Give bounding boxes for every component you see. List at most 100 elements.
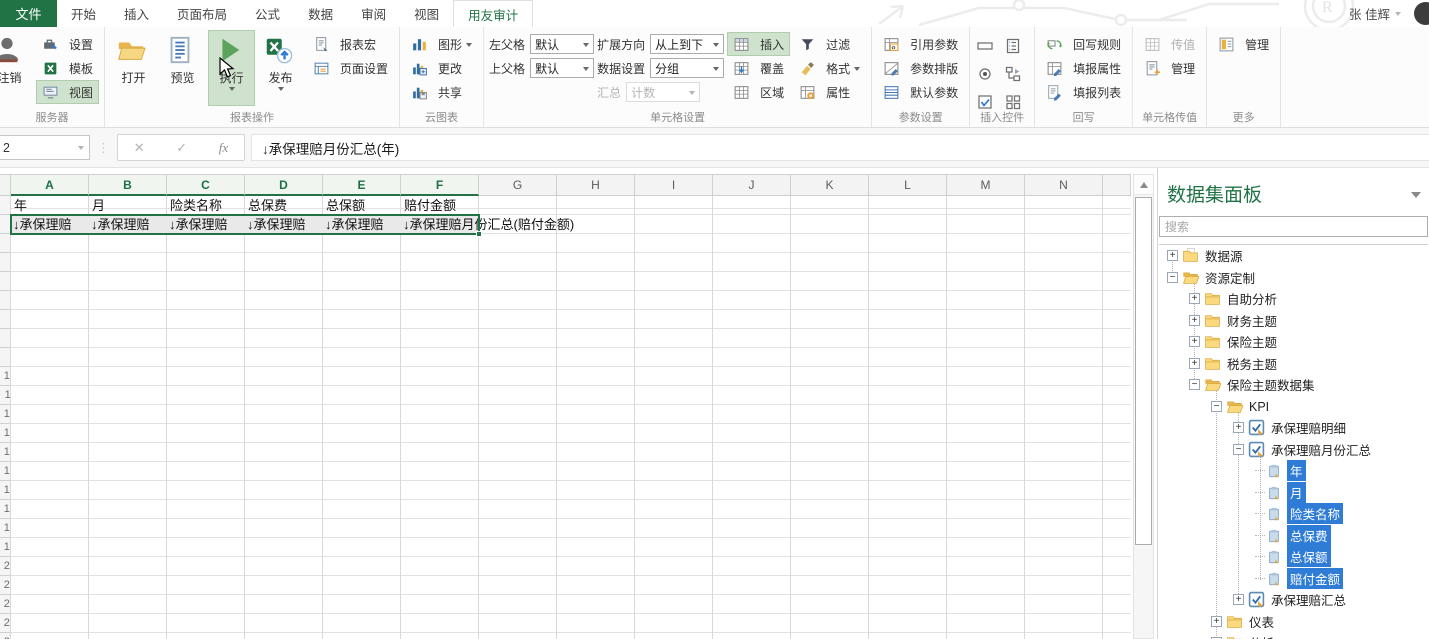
row-header-1[interactable]: 1 <box>0 196 10 215</box>
cell-C1[interactable]: 险类名称 <box>170 197 244 215</box>
设置-button[interactable]: 设置 <box>36 32 99 56</box>
参数排版-button[interactable]: 参数排版 <box>877 56 964 80</box>
row-header-4[interactable]: 4 <box>0 253 10 272</box>
属性-button[interactable]: 属性 <box>793 80 866 104</box>
cancel-icon[interactable]: ✕ <box>134 140 145 156</box>
cell-F1[interactable]: 赔付金额 <box>404 197 478 215</box>
column-header-B[interactable]: B <box>89 174 167 196</box>
预览-button[interactable]: 预览 <box>159 30 206 106</box>
管理-button[interactable]: 管理 <box>1138 56 1201 80</box>
column-header-M[interactable]: M <box>947 174 1025 196</box>
左父格-dropdown[interactable]: 默认 <box>530 34 594 54</box>
name-box[interactable]: 2 <box>0 135 90 160</box>
模板-button[interactable]: 模板 <box>36 56 99 80</box>
expand-plus-icon[interactable]: + <box>1233 594 1244 605</box>
row-header-23[interactable]: 23 <box>0 614 10 633</box>
tab-file[interactable]: 文件 <box>0 0 57 27</box>
row-header-24[interactable]: 24 <box>0 633 10 639</box>
column-header-A[interactable]: A <box>11 174 89 196</box>
扩展方向-dropdown[interactable]: 从上到下 <box>650 34 724 54</box>
formula-bar-splitter[interactable]: ⋮ <box>97 140 110 156</box>
tab-formulas[interactable]: 公式 <box>241 0 294 27</box>
tree-item-年[interactable]: 年 <box>1159 460 1428 481</box>
执行-button[interactable]: 执行 <box>208 30 255 106</box>
cell-B1[interactable]: 月 <box>92 197 166 215</box>
expand-plus-icon[interactable]: + <box>1211 616 1222 627</box>
ctl-radio-button[interactable] <box>975 61 1001 87</box>
tree-item-资源定制[interactable]: −资源定制 <box>1159 267 1428 288</box>
tree-item-税务主题[interactable]: +税务主题 <box>1159 353 1428 374</box>
row-header-3[interactable]: 3 <box>0 234 10 253</box>
row-header-9[interactable]: 9 <box>0 348 10 367</box>
更改-button[interactable]: 更改 <box>405 56 478 80</box>
column-header-E[interactable]: E <box>323 174 401 196</box>
select-all-corner[interactable] <box>0 174 11 196</box>
expand-plus-icon[interactable]: + <box>1167 250 1178 261</box>
tree-item-总保费[interactable]: 总保费 <box>1159 525 1428 546</box>
tree-item-KPI[interactable]: −KPI <box>1159 396 1428 417</box>
管理-button[interactable]: 管理 <box>1212 32 1275 56</box>
cell-C2[interactable]: ↓承保理赔 <box>169 216 244 234</box>
tab-data[interactable]: 数据 <box>294 0 347 27</box>
expand-minus-icon[interactable]: − <box>1167 272 1178 283</box>
insert-function-icon[interactable]: fx <box>219 140 228 156</box>
tree-item-保险主题[interactable]: +保险主题 <box>1159 331 1428 352</box>
row-header-13[interactable]: 13 <box>0 424 10 443</box>
gridlines[interactable] <box>0 196 1131 639</box>
tree-item-承保理赔明细[interactable]: +承保理赔明细 <box>1159 417 1428 438</box>
引用参数-button[interactable]: 引用参数 <box>877 32 964 56</box>
expand-plus-icon[interactable]: + <box>1189 358 1200 369</box>
tab-review[interactable]: 审阅 <box>347 0 400 27</box>
column-header-G[interactable]: G <box>479 174 557 196</box>
fill-handle[interactable] <box>476 231 482 237</box>
row-header-8[interactable]: 8 <box>0 329 10 348</box>
enter-icon[interactable]: ✓ <box>176 140 187 156</box>
回写规则-button[interactable]: 回写规则 <box>1040 32 1127 56</box>
cell-D1[interactable]: 总保费 <box>248 197 322 215</box>
cell-D2[interactable]: ↓承保理赔 <box>247 216 322 234</box>
row-header-10[interactable]: 10 <box>0 367 10 386</box>
expand-minus-icon[interactable]: − <box>1189 379 1200 390</box>
tree-item-险类名称[interactable]: 险类名称 <box>1159 503 1428 524</box>
过滤-button[interactable]: 过滤 <box>793 32 866 56</box>
column-header-H[interactable]: H <box>557 174 635 196</box>
expand-plus-icon[interactable]: + <box>1189 293 1200 304</box>
tree-item-保险主题数据集[interactable]: −保险主题数据集 <box>1159 374 1428 395</box>
cell-A1[interactable]: 年 <box>14 197 88 215</box>
cell-B2[interactable]: ↓承保理赔 <box>91 216 166 234</box>
区域-button[interactable]: 区域 <box>727 80 790 104</box>
ctl-tree-button[interactable] <box>1003 61 1029 87</box>
expand-plus-icon[interactable]: + <box>1189 336 1200 347</box>
row-header-20[interactable]: 20 <box>0 557 10 576</box>
column-header-L[interactable]: L <box>869 174 947 196</box>
cell-E1[interactable]: 总保额 <box>326 197 400 215</box>
column-header-N[interactable]: N <box>1025 174 1103 196</box>
expand-plus-icon[interactable]: + <box>1233 422 1244 433</box>
column-header-J[interactable]: J <box>713 174 791 196</box>
column-header-D[interactable]: D <box>245 174 323 196</box>
报表宏-button[interactable]: 报表宏 <box>307 32 394 56</box>
tree-item-分析[interactable]: +分析 <box>1159 632 1428 639</box>
row-header-5[interactable]: 5 <box>0 272 10 291</box>
row-header-12[interactable]: 12 <box>0 405 10 424</box>
tab-insert[interactable]: 插入 <box>110 0 163 27</box>
打开-button[interactable]: 打开 <box>110 30 157 106</box>
column-header-I[interactable]: I <box>635 174 713 196</box>
worksheet-grid[interactable]: ABCDEFGHIJKLMN12345678910111213141516171… <box>0 168 1131 639</box>
tree-item-赔付金额[interactable]: 赔付金额 <box>1159 568 1428 589</box>
avatar[interactable] <box>1414 2 1429 25</box>
row-header-16[interactable]: 16 <box>0 481 10 500</box>
发布-button[interactable]: 发布 <box>257 30 304 106</box>
column-header-partial[interactable] <box>1103 174 1131 196</box>
tab-home[interactable]: 开始 <box>57 0 110 27</box>
tree-item-自助分析[interactable]: +自助分析 <box>1159 288 1428 309</box>
row-header-19[interactable]: 19 <box>0 538 10 557</box>
填报属性-button[interactable]: 填报属性 <box>1040 56 1127 80</box>
row-header-15[interactable]: 15 <box>0 462 10 481</box>
tree-item-仪表[interactable]: +仪表 <box>1159 611 1428 632</box>
column-header-K[interactable]: K <box>791 174 869 196</box>
图形-button[interactable]: 图形 <box>405 32 478 56</box>
row-header-7[interactable]: 7 <box>0 310 10 329</box>
ctl-listbox-button[interactable] <box>1003 33 1029 59</box>
视图-button[interactable]: 视图 <box>36 80 99 104</box>
